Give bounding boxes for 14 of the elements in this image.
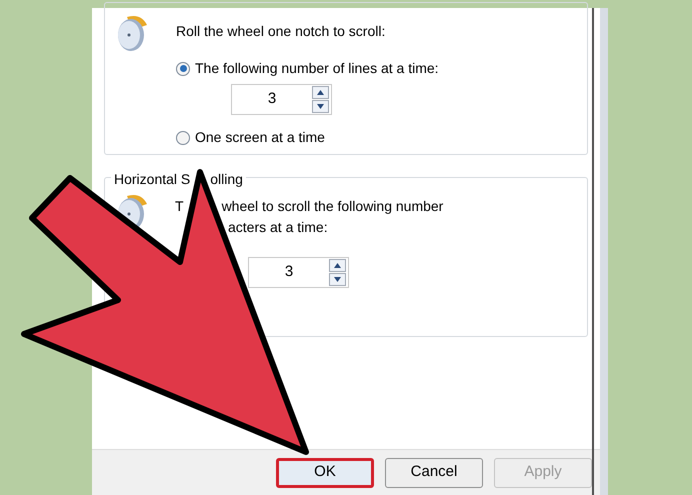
dialog-button[interactable]: Cancel bbox=[385, 458, 483, 488]
description-text: acters at a time: bbox=[228, 218, 329, 237]
description-text: T bbox=[175, 197, 184, 216]
radio-button[interactable] bbox=[176, 62, 190, 76]
group-title: Horizontal S bbox=[114, 170, 190, 189]
dialog-button[interactable]: OK bbox=[276, 458, 374, 488]
prompt-text: Roll the wheel one notch to scroll: bbox=[176, 22, 386, 41]
radio-button[interactable] bbox=[176, 130, 190, 144]
number-spin-box[interactable]: 3 bbox=[231, 84, 332, 115]
group-title: olling bbox=[210, 170, 243, 189]
radio-label: The following number of lines at a time: bbox=[195, 59, 439, 78]
radio-label: One screen at a time bbox=[195, 128, 325, 147]
number-spin-box[interactable]: 3 bbox=[248, 257, 349, 288]
description-text: wheel to scroll the following number bbox=[222, 197, 444, 216]
